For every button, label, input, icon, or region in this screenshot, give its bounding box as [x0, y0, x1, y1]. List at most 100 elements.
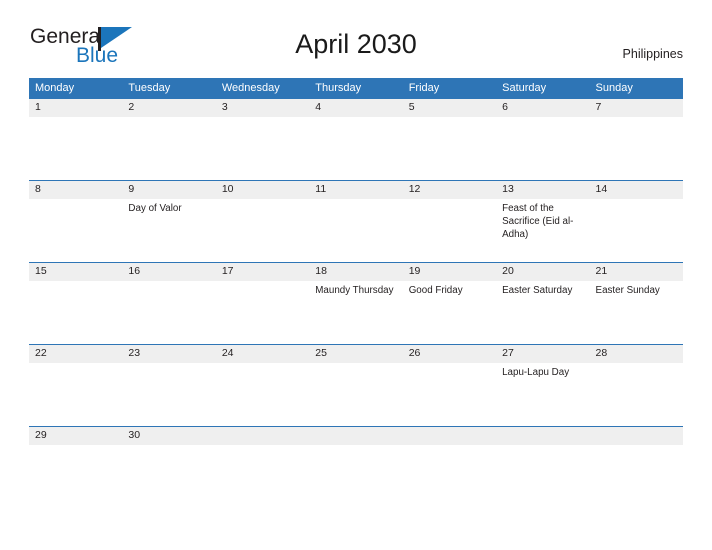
day-number: 23 — [122, 345, 216, 363]
day-event — [309, 199, 402, 202]
day-cell[interactable]: 19 Good Friday — [402, 262, 497, 345]
day-cell[interactable]: 22 — [29, 344, 123, 427]
day-number: 20 — [496, 263, 590, 281]
day-cell[interactable]: 28 — [589, 344, 683, 427]
day-event — [216, 281, 309, 284]
month-calendar-table: Monday Tuesday Wednesday Thursday Friday… — [29, 78, 683, 508]
calendar-header-row: Monday Tuesday Wednesday Thursday Friday… — [29, 78, 683, 99]
day-cell[interactable]: 14 — [589, 180, 683, 263]
day-cell[interactable]: 1 — [29, 99, 123, 181]
day-cell[interactable]: 6 — [496, 99, 590, 181]
day-cell[interactable]: 8 — [29, 180, 123, 263]
day-event: Lapu-Lapu Day — [502, 367, 570, 378]
day-event: Feast of the Sacrifice (Eid al-Adha) — [502, 203, 574, 240]
day-cell[interactable]: 4 — [309, 99, 403, 181]
day-cell[interactable]: 21 Easter Sunday — [589, 262, 683, 345]
day-cell[interactable]: 18 Maundy Thursday — [309, 262, 403, 345]
weekday-header-saturday: Saturday — [496, 78, 590, 99]
day-number: 21 — [589, 263, 683, 281]
day-event — [496, 117, 589, 120]
day-cell[interactable]: 7 — [589, 99, 683, 181]
day-event — [29, 117, 122, 120]
day-number — [589, 427, 683, 445]
calendar-week-row: 1 2 3 4 5 6 7 — [29, 99, 683, 181]
day-event — [216, 445, 309, 448]
day-number: 30 — [122, 427, 216, 445]
day-cell[interactable]: 23 — [122, 344, 216, 427]
day-cell-empty — [309, 426, 403, 508]
day-event — [403, 199, 496, 202]
weekday-header-friday: Friday — [402, 78, 497, 99]
day-number: 29 — [29, 427, 123, 445]
day-cell[interactable]: 30 — [122, 426, 216, 508]
day-number: 28 — [589, 345, 683, 363]
day-number: 11 — [309, 181, 403, 199]
day-event — [590, 445, 683, 448]
day-cell[interactable]: 12 — [402, 180, 497, 263]
day-number: 12 — [402, 181, 497, 199]
day-event: Easter Sunday — [595, 285, 660, 296]
day-event — [309, 445, 402, 448]
day-number: 1 — [29, 99, 123, 117]
day-cell[interactable]: 20 Easter Saturday — [496, 262, 590, 345]
day-number: 22 — [29, 345, 123, 363]
page-header: General Blue April 2030 Philippines — [0, 0, 712, 67]
day-event — [216, 117, 309, 120]
day-cell[interactable]: 3 — [215, 99, 310, 181]
day-cell-empty — [496, 426, 590, 508]
day-cell[interactable]: 2 — [122, 99, 216, 181]
day-event — [590, 363, 683, 366]
day-event — [309, 363, 402, 366]
day-number — [215, 427, 310, 445]
calendar-body: 1 2 3 4 5 6 7 8 9 Day of Valor 10 11 12 … — [29, 99, 683, 508]
day-number — [309, 427, 403, 445]
day-cell[interactable]: 27 Lapu-Lapu Day — [496, 344, 590, 427]
day-event — [122, 117, 215, 120]
calendar-page: General Blue April 2030 Philippines Mond… — [0, 0, 712, 550]
day-number: 4 — [309, 99, 403, 117]
day-event — [29, 363, 122, 366]
calendar-week-row: 8 9 Day of Valor 10 11 12 13 Feast of th… — [29, 180, 683, 263]
day-cell[interactable]: 29 — [29, 426, 123, 508]
day-event — [496, 445, 589, 448]
day-event — [122, 281, 215, 284]
day-cell[interactable]: 25 — [309, 344, 403, 427]
day-event — [29, 445, 122, 448]
day-number: 6 — [496, 99, 590, 117]
day-event — [403, 117, 496, 120]
day-event — [309, 117, 402, 120]
weekday-header-thursday: Thursday — [309, 78, 403, 99]
day-cell[interactable]: 24 — [215, 344, 310, 427]
day-number: 24 — [215, 345, 310, 363]
day-cell-empty — [215, 426, 310, 508]
day-event — [590, 199, 683, 202]
day-cell[interactable]: 10 — [215, 180, 310, 263]
day-cell[interactable]: 16 — [122, 262, 216, 345]
weekday-header-sunday: Sunday — [589, 78, 683, 99]
day-cell[interactable]: 26 — [402, 344, 497, 427]
day-number: 10 — [215, 181, 310, 199]
calendar-week-row: 22 23 24 25 26 27 Lapu-Lapu Day 28 — [29, 344, 683, 427]
day-cell[interactable]: 9 Day of Valor — [122, 180, 216, 263]
day-cell[interactable]: 17 — [215, 262, 310, 345]
day-number: 14 — [589, 181, 683, 199]
day-number: 17 — [215, 263, 310, 281]
weekday-header-tuesday: Tuesday — [122, 78, 216, 99]
day-event — [122, 363, 215, 366]
day-event — [403, 445, 496, 448]
day-cell[interactable]: 5 — [402, 99, 497, 181]
day-cell[interactable]: 13 Feast of the Sacrifice (Eid al-Adha) — [496, 180, 590, 263]
day-number: 2 — [122, 99, 216, 117]
day-number: 18 — [309, 263, 403, 281]
day-event — [216, 199, 309, 202]
day-number: 16 — [122, 263, 216, 281]
day-cell[interactable]: 11 — [309, 180, 403, 263]
day-number — [402, 427, 497, 445]
day-event — [29, 281, 122, 284]
day-number: 19 — [402, 263, 497, 281]
day-number: 3 — [215, 99, 310, 117]
day-number: 8 — [29, 181, 123, 199]
day-cell-empty — [589, 426, 683, 508]
day-number: 7 — [589, 99, 683, 117]
day-cell[interactable]: 15 — [29, 262, 123, 345]
